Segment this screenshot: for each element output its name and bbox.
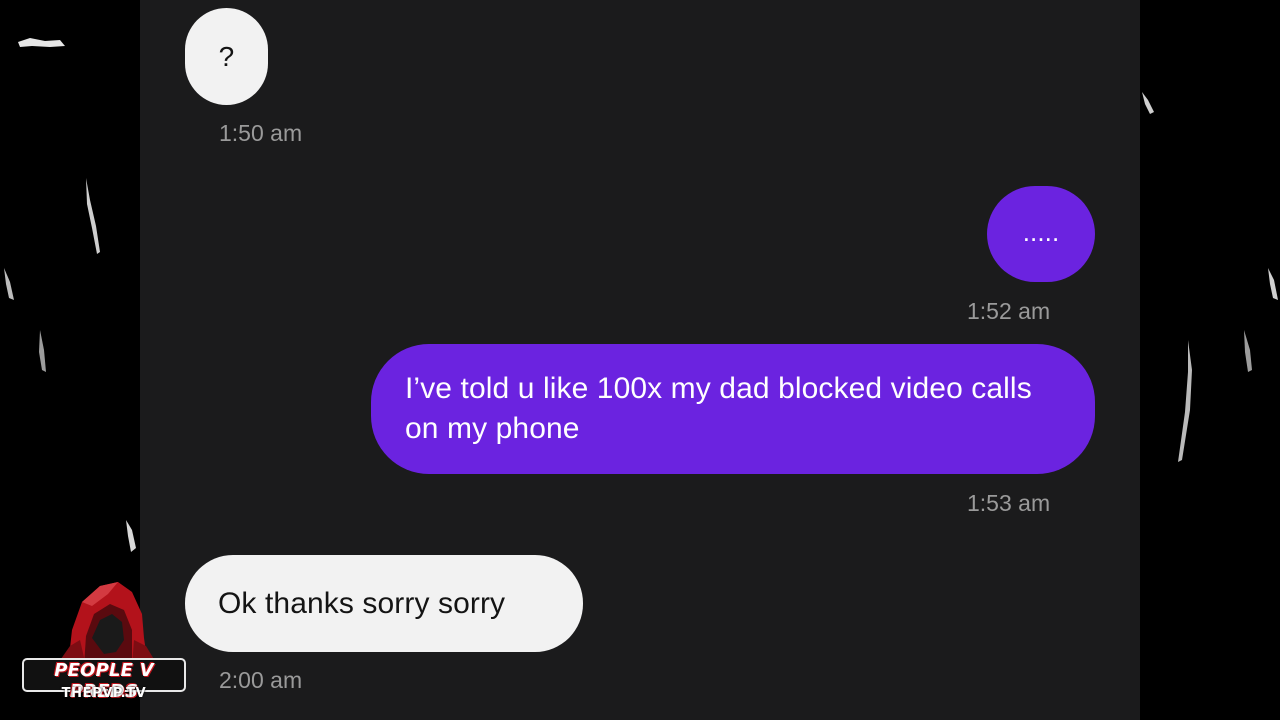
incoming-message-bubble[interactable]: Ok thanks sorry sorry: [185, 555, 583, 652]
dark-figure-silhouette-right: [1142, 92, 1278, 462]
outgoing-message-bubble[interactable]: I’ve told u like 100x my dad blocked vid…: [371, 344, 1095, 474]
message-text: ?: [218, 40, 235, 72]
message-timestamp: 1:53 am: [967, 490, 1051, 516]
message-timestamp: 1:52 am: [967, 298, 1051, 324]
hooded-figure-icon: [56, 582, 158, 666]
right-side-background: [1140, 0, 1280, 720]
chat-thread[interactable]: ? 1:50 am ..... 1:52 am I’ve told u like…: [140, 0, 1140, 720]
outgoing-message-bubble[interactable]: .....: [987, 186, 1095, 282]
incoming-message-bubble[interactable]: ?: [185, 8, 268, 105]
message-text: I’ve told u like 100x my dad blocked vid…: [405, 372, 1032, 445]
message-timestamp: 2:00 am: [219, 667, 303, 693]
channel-watermark-logo: PEOPLE V PREDS THEPVP.TV: [20, 576, 190, 712]
message-text: Ok thanks sorry sorry: [218, 586, 506, 620]
message-timestamp: 1:50 am: [219, 120, 303, 146]
message-text: .....: [1022, 217, 1060, 247]
logo-website: THEPVP.TV: [61, 686, 147, 701]
